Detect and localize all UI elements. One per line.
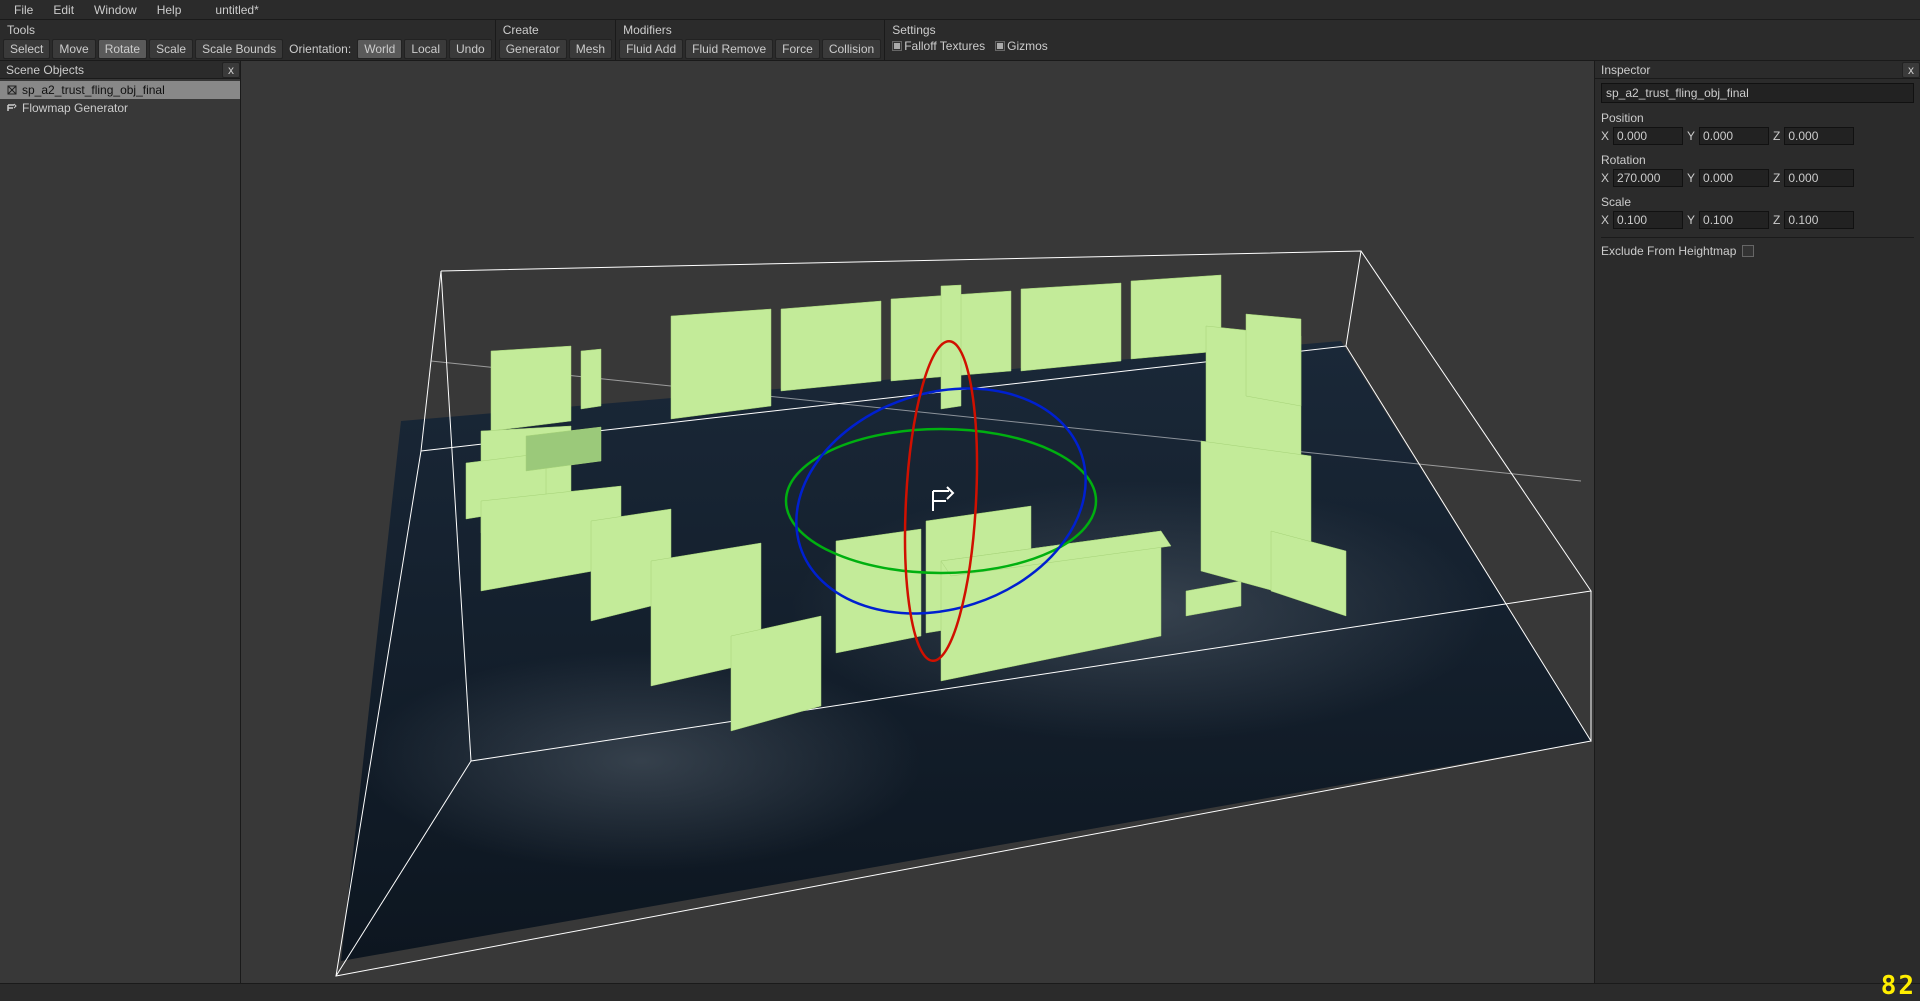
fluid-add-button[interactable]: Fluid Add	[619, 39, 683, 59]
checkbox-icon	[995, 41, 1005, 51]
scene-item-mesh[interactable]: sp_a2_trust_fling_obj_final	[0, 81, 240, 99]
main-area: Scene Objects x sp_a2_trust_fling_obj_fi…	[0, 61, 1920, 983]
scene-item-label: sp_a2_trust_fling_obj_final	[22, 83, 165, 97]
inspector-title: Inspector	[1601, 63, 1650, 77]
scale-y-field[interactable]	[1699, 211, 1769, 229]
menu-bar: File Edit Window Help untitled*	[0, 0, 1920, 20]
orientation-label: Orientation:	[285, 42, 355, 56]
mesh-button[interactable]: Mesh	[569, 39, 612, 59]
inspector-header: Inspector x	[1595, 61, 1920, 79]
rotation-x-field[interactable]	[1613, 169, 1683, 187]
axis-y-label: Y	[1687, 129, 1695, 143]
axis-z-label: Z	[1773, 129, 1780, 143]
exclude-heightmap-label: Exclude From Heightmap	[1601, 244, 1736, 258]
checkbox-icon	[892, 41, 902, 51]
tool-group-settings: Settings Falloff Textures Gizmos	[885, 20, 1055, 60]
viewport[interactable]	[241, 61, 1594, 983]
menu-edit[interactable]: Edit	[43, 0, 84, 20]
menu-help[interactable]: Help	[147, 0, 192, 20]
select-button[interactable]: Select	[3, 39, 50, 59]
rotation-y-field[interactable]	[1699, 169, 1769, 187]
position-y-field[interactable]	[1699, 127, 1769, 145]
object-name-field[interactable]	[1601, 83, 1914, 103]
scale-button[interactable]: Scale	[149, 39, 193, 59]
scene-objects-panel: Scene Objects x sp_a2_trust_fling_obj_fi…	[0, 61, 241, 983]
scene-tree: sp_a2_trust_fling_obj_final Flowmap Gene…	[0, 79, 240, 119]
force-button[interactable]: Force	[775, 39, 820, 59]
collision-button[interactable]: Collision	[822, 39, 881, 59]
gizmos-checkbox[interactable]: Gizmos	[991, 39, 1052, 53]
scale-x-field[interactable]	[1613, 211, 1683, 229]
rotation-z-field[interactable]	[1784, 169, 1854, 187]
axis-x-label: X	[1601, 213, 1609, 227]
viewport-canvas	[241, 61, 1594, 983]
generator-button[interactable]: Generator	[499, 39, 567, 59]
fps-counter: 82	[1881, 971, 1916, 1001]
rotate-button[interactable]: Rotate	[98, 39, 147, 59]
axis-y-label: Y	[1687, 213, 1695, 227]
position-x-field[interactable]	[1613, 127, 1683, 145]
undo-button[interactable]: Undo	[449, 39, 492, 59]
scene-objects-close-button[interactable]: x	[222, 62, 240, 78]
tool-group-tools-title: Tools	[1, 20, 494, 39]
scale-label: Scale	[1601, 193, 1914, 211]
scale-bounds-button[interactable]: Scale Bounds	[195, 39, 283, 59]
scene-item-flowmap[interactable]: Flowmap Generator	[0, 99, 240, 117]
document-title: untitled*	[205, 0, 268, 20]
axis-z-label: Z	[1773, 171, 1780, 185]
toolbar: Tools Select Move Rotate Scale Scale Bou…	[0, 20, 1920, 61]
orientation-world-button[interactable]: World	[357, 39, 402, 59]
scene-item-label: Flowmap Generator	[22, 101, 128, 115]
menu-window[interactable]: Window	[84, 0, 147, 20]
inspector-close-button[interactable]: x	[1902, 62, 1920, 78]
move-button[interactable]: Move	[52, 39, 95, 59]
tool-group-tools: Tools Select Move Rotate Scale Scale Bou…	[0, 20, 496, 60]
checkbox-icon	[1742, 245, 1754, 257]
tool-group-settings-title: Settings	[886, 20, 1054, 39]
position-label: Position	[1601, 109, 1914, 127]
rotation-label: Rotation	[1601, 151, 1914, 169]
scale-z-field[interactable]	[1784, 211, 1854, 229]
orientation-local-button[interactable]: Local	[404, 39, 447, 59]
scene-objects-header: Scene Objects x	[0, 61, 240, 79]
axis-z-label: Z	[1773, 213, 1780, 227]
axis-x-label: X	[1601, 129, 1609, 143]
exclude-heightmap-checkbox[interactable]: Exclude From Heightmap	[1601, 237, 1914, 264]
tool-group-modifiers-title: Modifiers	[617, 20, 883, 39]
flowmap-icon	[6, 102, 18, 114]
axis-x-label: X	[1601, 171, 1609, 185]
scene-objects-title: Scene Objects	[6, 63, 84, 77]
tool-group-modifiers: Modifiers Fluid Add Fluid Remove Force C…	[616, 20, 885, 60]
tool-group-create: Create Generator Mesh	[496, 20, 616, 60]
inspector-panel: Inspector x Position X Y Z Rotation	[1594, 61, 1920, 983]
mesh-icon	[6, 84, 18, 96]
axis-y-label: Y	[1687, 171, 1695, 185]
fluid-remove-button[interactable]: Fluid Remove	[685, 39, 773, 59]
gizmos-label: Gizmos	[1007, 39, 1048, 53]
menu-file[interactable]: File	[4, 0, 43, 20]
status-bar: 82	[0, 983, 1920, 1001]
falloff-textures-checkbox[interactable]: Falloff Textures	[888, 39, 989, 53]
falloff-textures-label: Falloff Textures	[904, 39, 985, 53]
tool-group-create-title: Create	[497, 20, 614, 39]
position-z-field[interactable]	[1784, 127, 1854, 145]
